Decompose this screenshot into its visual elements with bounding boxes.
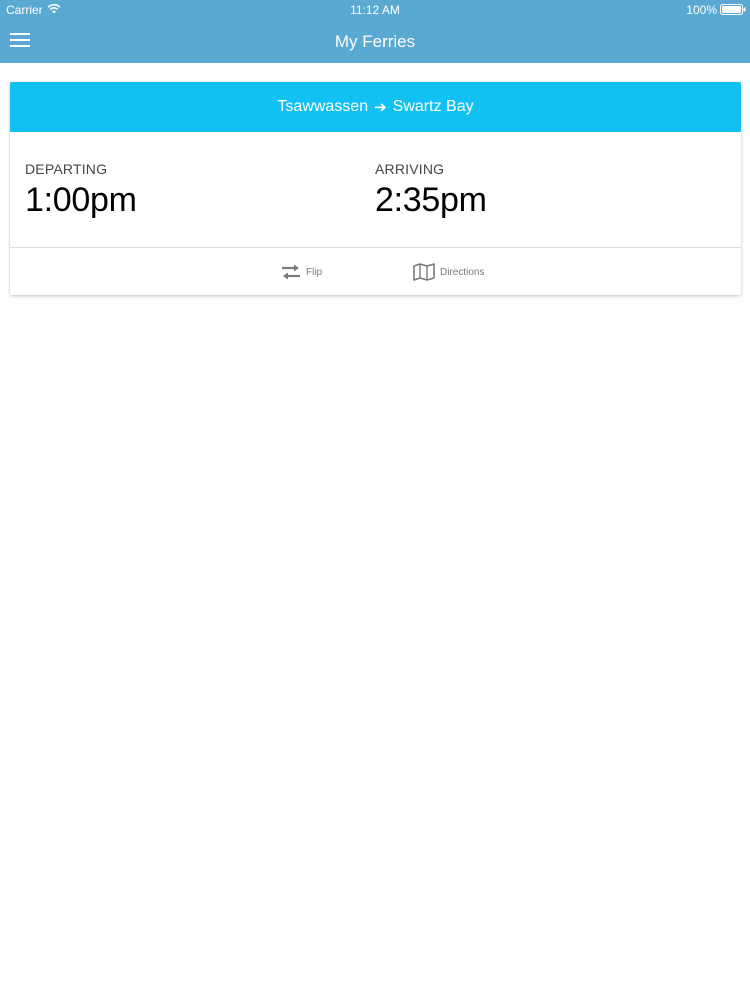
departing-label: DEPARTING	[25, 161, 108, 177]
arriving-block: ARRIVING 2:35pm	[375, 161, 487, 220]
directions-button[interactable]: Directions	[413, 260, 484, 284]
flip-label: Flip	[306, 266, 323, 278]
departing-time: 1:00pm	[25, 181, 137, 219]
page-title: My Ferries	[334, 32, 416, 51]
departing-block: DEPARTING 1:00pm	[25, 161, 137, 220]
route-origin: Tsawwassen	[277, 98, 369, 115]
status-time: 11:12 AM	[350, 3, 400, 17]
battery-icon	[720, 4, 746, 15]
route-destination: Swartz Bay	[392, 98, 474, 115]
ferry-card: Tsawwassen ➔ Swartz Bay DEPARTING 1:00pm…	[10, 82, 741, 295]
route-header: Tsawwassen ➔ Swartz Bay	[10, 82, 741, 132]
top-bar: Carrier 11:12 AM 100% My Ferries	[0, 0, 750, 63]
arriving-label: ARRIVING	[375, 161, 445, 177]
arriving-time: 2:35pm	[375, 181, 487, 219]
times-section: DEPARTING 1:00pm ARRIVING 2:35pm	[10, 132, 741, 247]
nav-bar: My Ferries	[0, 20, 750, 63]
flip-button[interactable]: Flip	[281, 260, 322, 284]
directions-label: Directions	[440, 266, 485, 278]
battery-percent: 100%	[686, 3, 717, 17]
arrow-right-icon: ➔	[374, 99, 387, 116]
status-bar: Carrier 11:12 AM 100%	[0, 0, 750, 20]
map-icon	[413, 263, 435, 281]
card-actions: Flip Directions	[10, 247, 741, 295]
swap-arrows-icon	[282, 264, 300, 280]
